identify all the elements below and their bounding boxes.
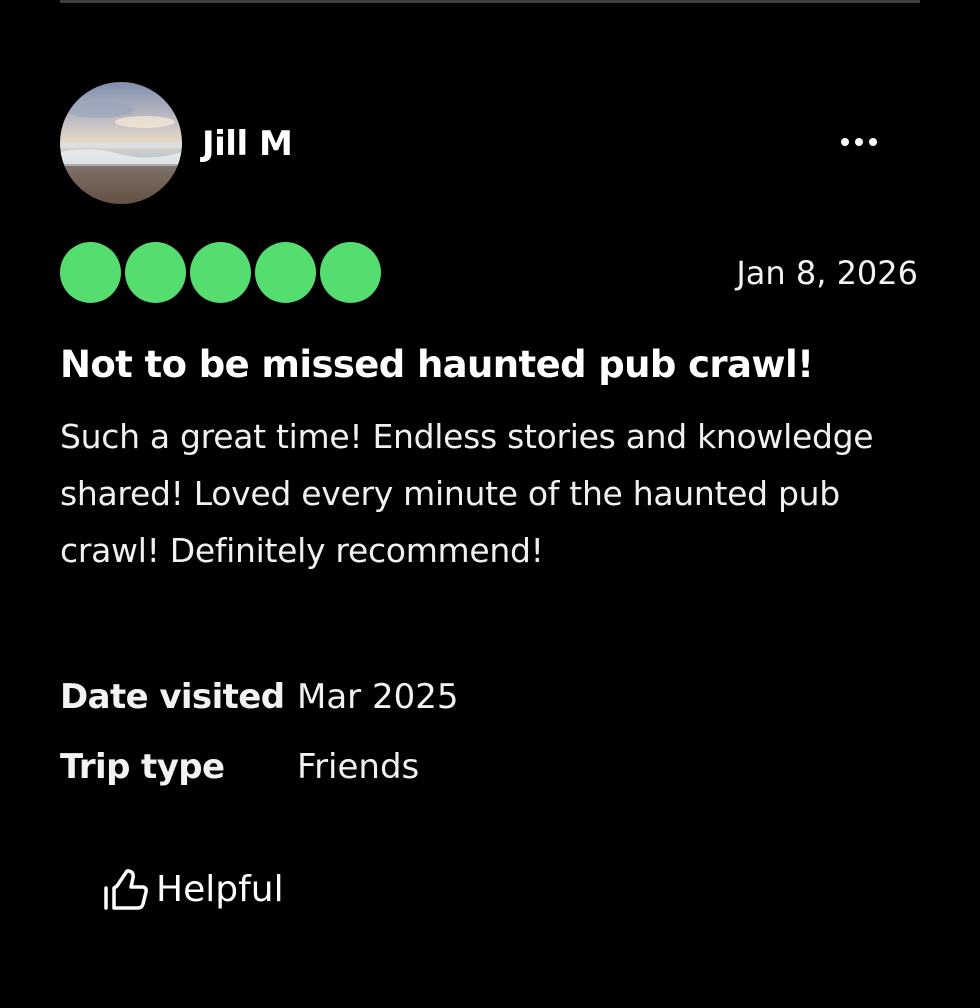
more-dots-icon bbox=[841, 138, 849, 146]
rating-bubbles bbox=[60, 242, 385, 303]
rating-bubble-filled bbox=[125, 242, 186, 303]
avatar[interactable] bbox=[60, 82, 182, 204]
rating-bubble-filled bbox=[60, 242, 121, 303]
more-options-button[interactable] bbox=[826, 120, 892, 164]
beach-photo-icon bbox=[60, 82, 182, 204]
review-body: Such a great time! Endless stories and k… bbox=[60, 417, 874, 570]
top-divider bbox=[60, 0, 920, 3]
helpful-label: Helpful bbox=[156, 869, 284, 910]
detail-value: Mar 2025 bbox=[297, 677, 459, 717]
rating-bubble-filled bbox=[190, 242, 251, 303]
rating-bubble-filled bbox=[255, 242, 316, 303]
review-title: Not to be missed haunted pub crawl! bbox=[60, 343, 814, 386]
more-dots-icon bbox=[855, 138, 863, 146]
detail-row-trip-type: Trip type Friends bbox=[60, 744, 419, 790]
author-name[interactable]: Jill M bbox=[202, 122, 293, 166]
more-dots-icon bbox=[869, 138, 877, 146]
thumbs-up-icon bbox=[104, 869, 148, 910]
detail-label: Date visited bbox=[60, 677, 285, 717]
detail-value: Friends bbox=[297, 747, 420, 787]
detail-label: Trip type bbox=[60, 747, 225, 787]
detail-row-date-visited: Date visited Mar 2025 bbox=[60, 674, 458, 720]
review-date: Jan 8, 2026 bbox=[736, 254, 918, 292]
rating-bubble-filled bbox=[320, 242, 381, 303]
helpful-button[interactable]: Helpful bbox=[100, 864, 284, 916]
